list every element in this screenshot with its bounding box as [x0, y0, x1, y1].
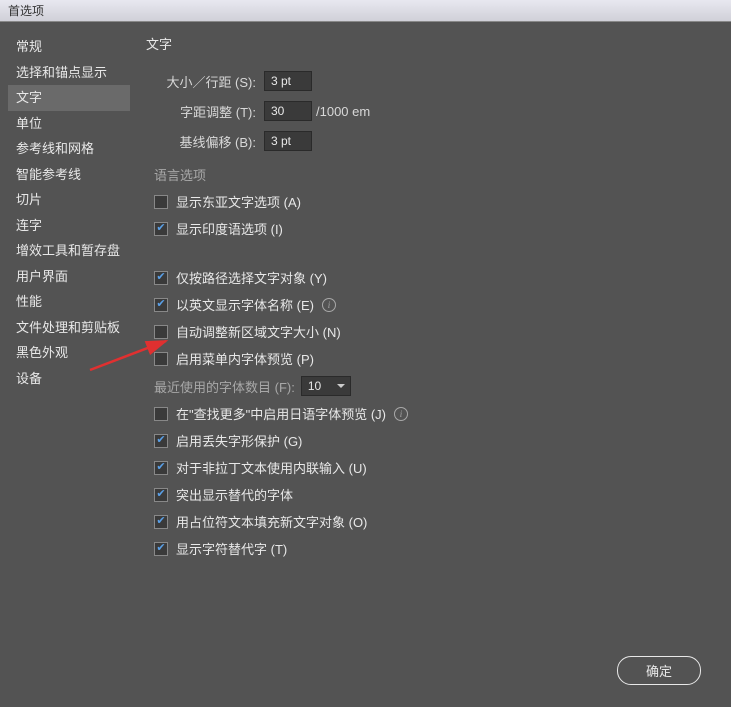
sidebar-item-selection[interactable]: 选择和锚点显示: [8, 60, 130, 86]
menu-preview-row[interactable]: 启用菜单内字体预览 (P): [154, 349, 715, 368]
indic-checkbox[interactable]: [154, 222, 168, 236]
info-icon[interactable]: i: [322, 298, 336, 312]
baseline-label: 基线偏移 (B):: [146, 132, 256, 151]
menu-preview-checkbox[interactable]: [154, 352, 168, 366]
sidebar-item-ui[interactable]: 用户界面: [8, 264, 130, 290]
window-title: 首选项: [8, 4, 44, 18]
path-select-label: 仅按路径选择文字对象 (Y): [176, 268, 327, 287]
english-font-row[interactable]: 以英文显示字体名称 (E) i: [154, 295, 715, 314]
placeholder-fill-checkbox[interactable]: [154, 515, 168, 529]
language-group-label: 语言选项: [154, 165, 715, 184]
tracking-label: 字距调整 (T):: [146, 102, 256, 121]
inline-input-row[interactable]: 对于非拉丁文本使用内联输入 (U): [154, 458, 715, 477]
size-row: 大小／行距 (S):: [146, 71, 715, 91]
glyph-protect-checkbox[interactable]: [154, 434, 168, 448]
baseline-row: 基线偏移 (B):: [146, 131, 715, 151]
sidebar-item-plugins[interactable]: 增效工具和暂存盘: [8, 238, 130, 264]
tracking-unit: /1000 em: [316, 104, 370, 119]
sidebar-item-general[interactable]: 常规: [8, 34, 130, 60]
placeholder-fill-label: 用占位符文本填充新文字对象 (O): [176, 512, 367, 531]
alt-highlight-checkbox[interactable]: [154, 488, 168, 502]
english-font-checkbox[interactable]: [154, 298, 168, 312]
glyph-protect-row[interactable]: 启用丢失字形保护 (G): [154, 431, 715, 450]
sidebar: 常规 选择和锚点显示 文字 单位 参考线和网格 智能参考线 切片 连字 增效工具…: [0, 22, 130, 707]
recent-fonts-select[interactable]: 10: [301, 376, 351, 396]
sidebar-item-guides[interactable]: 参考线和网格: [8, 136, 130, 162]
size-input[interactable]: [264, 71, 312, 91]
auto-size-checkbox[interactable]: [154, 325, 168, 339]
recent-fonts-label: 最近使用的字体数目 (F):: [154, 377, 295, 396]
auto-size-label: 自动调整新区域文字大小 (N): [176, 322, 341, 341]
alt-highlight-row[interactable]: 突出显示替代的字体: [154, 485, 715, 504]
sidebar-item-black[interactable]: 黑色外观: [8, 340, 130, 366]
sidebar-item-devices[interactable]: 设备: [8, 366, 130, 392]
content: 常规 选择和锚点显示 文字 单位 参考线和网格 智能参考线 切片 连字 增效工具…: [0, 22, 731, 707]
path-select-checkbox[interactable]: [154, 271, 168, 285]
east-asian-label: 显示东亚文字选项 (A): [176, 192, 301, 211]
indic-row[interactable]: 显示印度语选项 (I): [154, 219, 715, 238]
main-panel: 文字 大小／行距 (S): 字距调整 (T): /1000 em 基线偏移 (B…: [130, 22, 731, 707]
menu-preview-label: 启用菜单内字体预览 (P): [176, 349, 314, 368]
sidebar-item-units[interactable]: 单位: [8, 111, 130, 137]
tracking-row: 字距调整 (T): /1000 em: [146, 101, 715, 121]
alt-glyph-row[interactable]: 显示字符替代字 (T): [154, 539, 715, 558]
english-font-label: 以英文显示字体名称 (E): [176, 295, 314, 314]
info-icon[interactable]: i: [394, 407, 408, 421]
recent-fonts-row: 最近使用的字体数目 (F): 10: [154, 376, 715, 396]
indic-label: 显示印度语选项 (I): [176, 219, 283, 238]
ok-button[interactable]: 确定: [617, 656, 701, 685]
alt-glyph-label: 显示字符替代字 (T): [176, 539, 287, 558]
alt-highlight-label: 突出显示替代的字体: [176, 485, 293, 504]
sidebar-item-files[interactable]: 文件处理和剪贴板: [8, 315, 130, 341]
sidebar-item-type[interactable]: 文字: [8, 85, 130, 111]
auto-size-row[interactable]: 自动调整新区域文字大小 (N): [154, 322, 715, 341]
east-asian-checkbox[interactable]: [154, 195, 168, 209]
glyph-protect-label: 启用丢失字形保护 (G): [176, 431, 302, 450]
sidebar-item-performance[interactable]: 性能: [8, 289, 130, 315]
jp-preview-checkbox[interactable]: [154, 407, 168, 421]
placeholder-fill-row[interactable]: 用占位符文本填充新文字对象 (O): [154, 512, 715, 531]
east-asian-row[interactable]: 显示东亚文字选项 (A): [154, 192, 715, 211]
sidebar-item-smart-guides[interactable]: 智能参考线: [8, 162, 130, 188]
preferences-window: 首选项 常规 选择和锚点显示 文字 单位 参考线和网格 智能参考线 切片 连字 …: [0, 0, 731, 707]
sidebar-item-hyphenation[interactable]: 连字: [8, 213, 130, 239]
tracking-input[interactable]: [264, 101, 312, 121]
jp-preview-label: 在"查找更多"中启用日语字体预览 (J): [176, 404, 386, 423]
size-label: 大小／行距 (S):: [146, 72, 256, 91]
alt-glyph-checkbox[interactable]: [154, 542, 168, 556]
panel-heading: 文字: [146, 34, 715, 53]
button-row: 确定: [617, 656, 701, 685]
jp-preview-row[interactable]: 在"查找更多"中启用日语字体预览 (J) i: [154, 404, 715, 423]
inline-input-checkbox[interactable]: [154, 461, 168, 475]
inline-input-label: 对于非拉丁文本使用内联输入 (U): [176, 458, 367, 477]
sidebar-item-slices[interactable]: 切片: [8, 187, 130, 213]
titlebar: 首选项: [0, 0, 731, 22]
path-select-row[interactable]: 仅按路径选择文字对象 (Y): [154, 268, 715, 287]
baseline-input[interactable]: [264, 131, 312, 151]
